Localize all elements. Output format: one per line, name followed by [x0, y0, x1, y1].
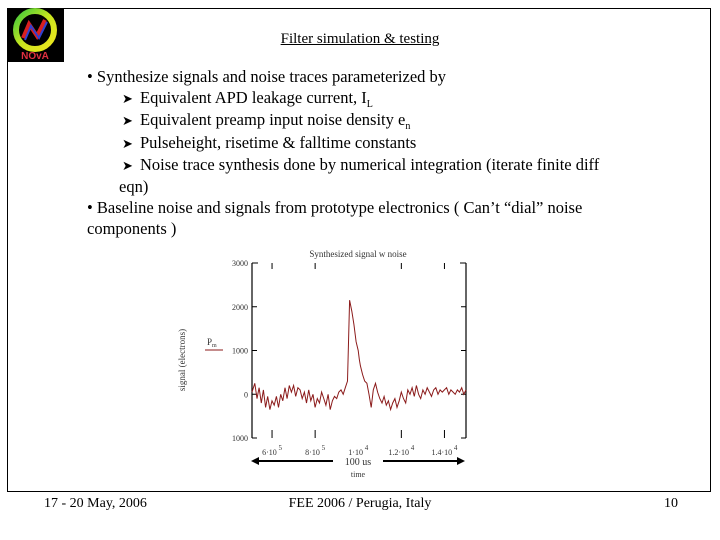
legend: Pm: [205, 337, 223, 351]
chart-title: Synthesized signal w noise: [309, 249, 406, 259]
arrow-left-icon: [251, 457, 259, 465]
x-tick-label: 1.2·10 4: [388, 444, 414, 457]
sub-bullet-3: ➤ Pulseheight, risetime & falltime consta…: [87, 132, 687, 154]
bullet-2-continuation: components ): [87, 219, 177, 239]
arrow-bullet-icon: ➤: [122, 113, 133, 129]
bullet-text: Baseline noise and signals from prototyp…: [96, 198, 583, 218]
footer-conference: FEE 2006 / Perugia, Italy: [288, 496, 432, 511]
chart-axes: [251, 262, 467, 438]
series-line-pm: [251, 300, 467, 412]
slide-body: • Synthesize signals and noise traces pa…: [87, 66, 687, 240]
y-tick-label: 1000: [232, 434, 248, 443]
x-tick-label: 1·10 4: [348, 444, 368, 457]
bullet-text: Equivalent preamp input noise density e: [140, 110, 406, 130]
x-tick-label: 6·10 5: [262, 444, 282, 457]
x-tick-label: 1.4·10 4: [431, 444, 457, 457]
bullet-text: Noise trace synthesis done by numerical …: [140, 154, 600, 174]
slide-title: Filter simulation & testing: [280, 31, 440, 47]
footer-page-number: 10: [664, 496, 678, 511]
sub-bullet-1: ➤ Equivalent APD leakage current, IL: [87, 87, 687, 110]
arrow-bullet-icon: ➤: [122, 135, 133, 151]
bullet-text: Pulseheight, risetime & falltime constan…: [140, 132, 417, 152]
logo-text: NOvA: [21, 51, 49, 62]
y-axis-label: signal (electrons): [177, 329, 187, 391]
y-tick-label: 2000: [232, 303, 248, 312]
bullet-1: • Synthesize signals and noise traces pa…: [87, 66, 687, 87]
y-ticks: 1000 0 1000 2000 3000: [232, 259, 466, 443]
bullet-2: • Baseline noise and signals from protot…: [87, 197, 687, 218]
y-tick-label: 1000: [232, 347, 248, 356]
y-tick-label: 3000: [232, 259, 248, 268]
subscript: n: [405, 121, 411, 133]
y-tick-label: 0: [244, 390, 248, 399]
x-axis-label: time: [351, 470, 366, 479]
sub-bullet-4: ➤ Noise trace synthesis done by numerical…: [87, 154, 687, 176]
arrow-right-icon: [457, 457, 465, 465]
x-tick-label: 8·10 5: [305, 444, 325, 457]
arrow-bullet-icon: ➤: [122, 91, 133, 107]
arrow-bullet-icon: ➤: [122, 157, 133, 173]
bullet-text: Equivalent APD leakage current, I: [140, 88, 367, 108]
duration-label: 100 us: [345, 457, 372, 468]
legend-label: Pm: [207, 337, 217, 349]
sub-bullet-2: ➤ Equivalent preamp input noise density e…: [87, 109, 687, 133]
duration-annotation: 100 us: [251, 457, 465, 468]
bullet-dot-icon: •: [87, 198, 93, 218]
signal-chart: Synthesized signal w noise 1000 0 1000 2000…: [177, 249, 467, 479]
bullet-dot-icon: •: [87, 67, 93, 86]
x-ticks: 6·10 5 8·10 5 1·10 4 1.2·10 4 1.4·10 4: [262, 263, 458, 457]
bullet-text: Synthesize signals and noise traces para…: [96, 67, 447, 86]
sub-bullet-4-continuation: eqn): [119, 177, 149, 197]
